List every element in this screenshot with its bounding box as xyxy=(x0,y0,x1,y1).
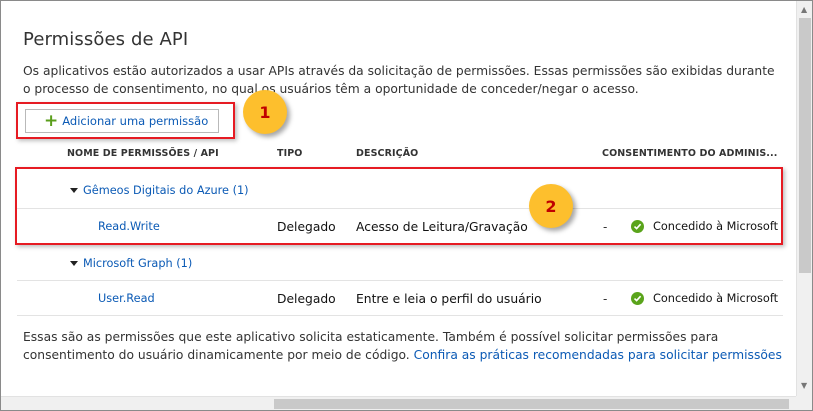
column-header-admin-consent: CONSENTIMENTO DO ADMINIS... xyxy=(602,148,778,159)
permission-type: Delegado xyxy=(277,220,336,234)
horizontal-scrollbar[interactable] xyxy=(1,396,796,410)
check-circle-icon xyxy=(631,220,644,233)
scroll-up-arrow-icon[interactable]: ▲ xyxy=(801,6,807,14)
status-badge: Concedido à Microsoft xyxy=(631,220,778,233)
add-permission-button[interactable]: + Adicionar uma permissão xyxy=(25,109,219,133)
group-label: Microsoft Graph (1) xyxy=(83,257,193,270)
vertical-scroll-thumb[interactable] xyxy=(799,18,811,273)
column-header-name: NOME DE PERMISSÕES / API xyxy=(67,148,219,159)
page-title: Permissões de API xyxy=(23,29,189,50)
admin-consent-value: - xyxy=(603,292,608,306)
status-label: Concedido à Microsoft xyxy=(653,292,779,305)
api-permissions-panel: Permissões de API Os aplicativos estão a… xyxy=(0,0,813,411)
page-description: Os aplicativos estão autorizados a usar … xyxy=(23,64,775,96)
chevron-down-icon xyxy=(70,188,78,193)
row-divider xyxy=(17,208,783,209)
callout-badge-2: 2 xyxy=(529,184,573,228)
column-header-type: TIPO xyxy=(277,148,303,159)
row-divider xyxy=(17,315,783,316)
permission-type: Delegado xyxy=(277,292,336,306)
add-permission-label: Adicionar uma permissão xyxy=(62,114,209,128)
chevron-down-icon xyxy=(70,261,78,266)
permission-description: Entre e leia o perfil do usuário xyxy=(356,292,542,306)
status-label: Concedido à Microsoft xyxy=(653,220,779,233)
scroll-down-arrow-icon[interactable]: ▼ xyxy=(801,382,807,390)
group-azure-digital-twins[interactable]: Gêmeos Digitais do Azure (1) xyxy=(70,184,249,197)
status-badge: Concedido à Microsoft xyxy=(631,292,778,305)
check-circle-icon xyxy=(631,292,644,305)
footer-note: Essas são as permissões que este aplicat… xyxy=(23,328,783,364)
permission-link-read-write[interactable]: Read.Write xyxy=(98,220,160,233)
column-header-description: DESCRIÇÃO xyxy=(356,148,419,159)
group-microsoft-graph[interactable]: Microsoft Graph (1) xyxy=(70,257,192,270)
scrollbar-corner xyxy=(796,396,812,410)
group-label: Gêmeos Digitais do Azure (1) xyxy=(83,184,249,197)
horizontal-scroll-thumb[interactable] xyxy=(274,399,789,409)
callout-badge-1: 1 xyxy=(243,90,287,134)
admin-consent-value: - xyxy=(603,220,608,234)
permission-link-user-read[interactable]: User.Read xyxy=(98,292,155,305)
plus-icon: + xyxy=(44,110,59,131)
best-practices-link[interactable]: Confira as práticas recomendadas para so… xyxy=(414,348,782,362)
vertical-scrollbar[interactable]: ▲ ▼ xyxy=(796,1,812,397)
row-divider xyxy=(17,280,783,281)
permission-description: Acesso de Leitura/Gravação xyxy=(356,220,528,234)
header-divider xyxy=(17,168,783,169)
